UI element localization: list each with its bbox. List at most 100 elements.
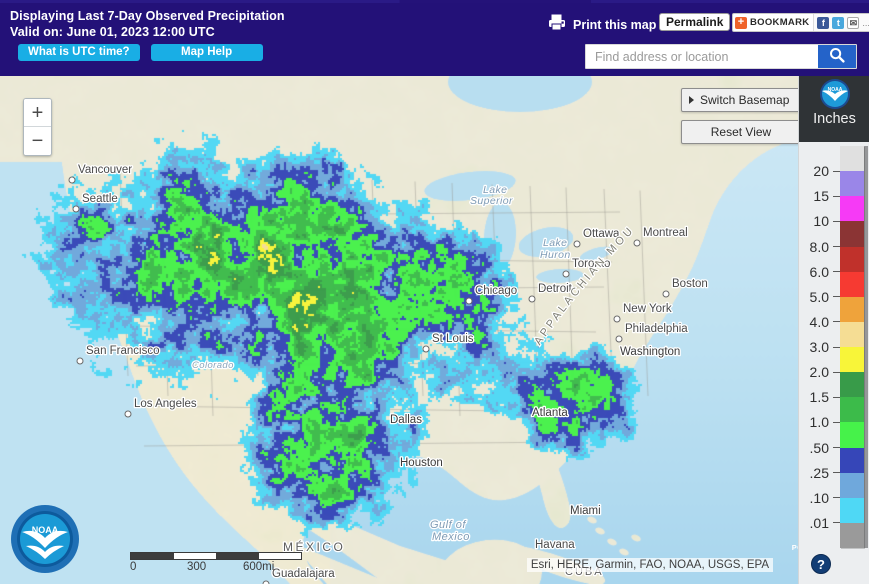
legend-tick-label: 20 [813, 163, 829, 180]
header-top-stripe [0, 0, 869, 3]
legend-tick: 6.0 [799, 264, 840, 280]
svg-text:NOAA: NOAA [32, 525, 59, 535]
legend-tick-dash [833, 396, 840, 398]
legend-tick-dash [833, 220, 840, 222]
scale-label-max: 600mi [243, 561, 275, 573]
legend-tick: 4.0 [799, 314, 840, 330]
page-title: Displaying Last 7-Day Observed Precipita… [10, 9, 285, 23]
legend-tick-label: 1.5 [809, 389, 829, 406]
legend-band [840, 196, 868, 222]
legend-body: 20 15 10 8.0 6.0 5.0 4.0 3.0 2.0 1.5 1.0 .50 .25 .10.… [799, 142, 869, 584]
legend-band [840, 447, 868, 473]
precipitation-map-app: Displaying Last 7-Day Observed Precipita… [0, 0, 869, 584]
legend-tick-label: 15 [813, 188, 829, 205]
scale-labels: 0 300 600mi [130, 561, 312, 575]
legend-band [840, 497, 868, 524]
scale-label-mid: 300 [187, 561, 207, 573]
print-this-map-label: Print this map [573, 18, 657, 32]
legend-tick-label: 5.0 [809, 288, 829, 305]
switch-basemap-button[interactable]: Switch Basemap [681, 88, 801, 112]
bookmark-share-widget[interactable]: + BOOKMARK f t ✉ ... [732, 13, 869, 32]
scale-segment [216, 553, 259, 559]
legend-band [840, 246, 868, 272]
map-help-button[interactable]: Map Help [150, 44, 263, 61]
legend-tick-dash [833, 472, 840, 474]
search-input[interactable] [586, 45, 818, 68]
scale-label-min: 0 [130, 561, 137, 573]
legend-tick: .50 [799, 440, 840, 456]
legend-band [840, 372, 868, 398]
legend-tick-label: 6.0 [809, 263, 829, 280]
map-attribution: Esri, HERE, Garmin, FAO, NOAA, USGS, EPA [526, 558, 773, 572]
legend-tick: 20 [799, 163, 840, 179]
bookmark-share-icons: f t ✉ ... [813, 14, 869, 31]
legend-tick: .10 [799, 490, 840, 506]
twitter-icon[interactable]: t [832, 16, 845, 29]
legend-tick-dash [833, 170, 840, 172]
legend-tick: 5.0 [799, 289, 840, 305]
legend-tick-label: .01 [809, 514, 829, 531]
precipitation-legend: NOAA Inches 20 15 10 8.0 6.0 5.0 4.0 3.0 2.0 1.5 1… [798, 76, 869, 584]
scale-segment [173, 553, 216, 559]
location-search-bar [585, 44, 857, 69]
legend-tick-label: 2.0 [809, 364, 829, 381]
map-viewport[interactable]: MÉXICO CUBA Gulf of Mexico Lake Superior Lake H… [0, 76, 869, 584]
legend-help-button[interactable]: ? [811, 554, 831, 574]
legend-tick-label: 3.0 [809, 339, 829, 355]
legend-band [840, 397, 868, 423]
search-button[interactable] [818, 45, 856, 68]
legend-band [840, 171, 868, 197]
legend-colorbar [840, 146, 868, 549]
facebook-icon[interactable]: f [817, 16, 830, 29]
legend-tick: 10 [799, 213, 840, 229]
legend-tick-dash [833, 195, 840, 197]
legend-tick-dash [833, 497, 840, 499]
what-is-utc-time-button[interactable]: What is UTC time? [18, 44, 140, 61]
legend-tick-label: .50 [809, 439, 829, 456]
scale-track [130, 552, 302, 560]
bookmark-plus-icon: + [735, 16, 747, 29]
chevron-right-icon [689, 96, 694, 104]
zoom-out-button[interactable]: − [24, 127, 51, 155]
legend-band [840, 146, 868, 172]
legend-tick-dash [833, 421, 840, 423]
legend-band [840, 472, 868, 498]
legend-band [840, 221, 868, 247]
legend-tick-label: .25 [809, 464, 829, 481]
permalink-button[interactable]: Permalink [659, 13, 731, 31]
legend-tick-dash [833, 371, 840, 373]
header-button-group: What is UTC time? Map Help [18, 44, 263, 61]
noaa-emblem: NOAA [8, 502, 82, 576]
scale-segment [131, 553, 174, 559]
legend-tick-dash [833, 447, 840, 448]
email-icon[interactable]: ✉ [847, 16, 860, 29]
legend-tick: .25 [799, 465, 840, 481]
legend-tick-dash [833, 346, 840, 348]
legend-band [840, 321, 868, 348]
bookmark-main[interactable]: + BOOKMARK [733, 14, 813, 31]
legend-tick: 1.5 [799, 389, 840, 405]
legend-tick: 2.0 [799, 364, 840, 380]
legend-tick-label: 4.0 [809, 313, 829, 330]
page-header: Displaying Last 7-Day Observed Precipita… [0, 0, 869, 76]
map-raster-layer [0, 76, 869, 584]
legend-band [840, 271, 868, 297]
print-this-map-link[interactable]: Print this map [548, 14, 656, 36]
zoom-control: + − [23, 98, 52, 156]
search-icon [829, 47, 845, 66]
map-scale-bar: 0 300 600mi [130, 552, 312, 575]
legend-tick-dash [833, 522, 840, 524]
legend-tick: 15 [799, 188, 840, 204]
zoom-in-button[interactable]: + [24, 99, 51, 127]
bookmark-label: BOOKMARK [750, 17, 810, 28]
legend-tick-dash [833, 321, 840, 323]
legend-band [840, 522, 868, 549]
legend-tick: 8.0 [799, 239, 840, 255]
legend-tick-label: 10 [813, 213, 829, 230]
legend-tick-dash [833, 246, 840, 247]
legend-tick-label: .10 [809, 489, 829, 506]
legend-band [840, 296, 868, 323]
header-title-block: Displaying Last 7-Day Observed Precipita… [10, 8, 285, 40]
more-share-icon[interactable]: ... [862, 18, 869, 28]
reset-view-button[interactable]: Reset View [681, 120, 801, 144]
